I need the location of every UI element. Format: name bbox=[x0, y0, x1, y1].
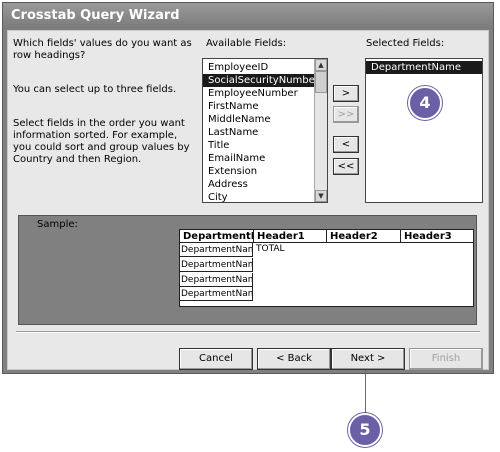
available-fields-items: EmployeeID SocialSecurityNumber EmployeeNu… bbox=[203, 59, 327, 204]
available-field-item[interactable]: Title bbox=[203, 139, 314, 152]
sample-row: DepartmentNam bbox=[180, 243, 253, 257]
available-field-item[interactable]: EmailName bbox=[203, 152, 314, 165]
available-field-item[interactable]: Extension bbox=[203, 165, 314, 178]
available-field-item[interactable]: FirstName bbox=[203, 100, 314, 113]
instruction-sort: Select fields in the order you want info… bbox=[13, 118, 190, 165]
available-field-item[interactable]: Address bbox=[203, 178, 314, 191]
wizard-body: Which fields' values do you want as row … bbox=[7, 30, 489, 370]
selected-fields-items: DepartmentName bbox=[366, 59, 482, 74]
add-field-button[interactable]: > bbox=[333, 85, 359, 102]
sample-row: DepartmentNam bbox=[180, 273, 253, 287]
cancel-button[interactable]: Cancel bbox=[179, 348, 253, 370]
available-field-item[interactable]: City bbox=[203, 191, 314, 204]
sample-row: DepartmentNam bbox=[180, 258, 253, 272]
instruction-question: Which fields' values do you want as row … bbox=[13, 38, 192, 61]
sample-total: TOTAL bbox=[256, 244, 285, 254]
next-button[interactable]: Next > bbox=[331, 348, 405, 370]
remove-all-fields-button[interactable]: << bbox=[333, 158, 359, 175]
available-fields-label: Available Fields: bbox=[206, 38, 287, 49]
remove-field-button[interactable]: < bbox=[333, 136, 359, 153]
instruction-limit: You can select up to three fields. bbox=[13, 84, 177, 95]
scroll-down-icon[interactable]: ▼ bbox=[315, 190, 327, 202]
crosstab-query-wizard-window: Crosstab Query Wizard Which fields' valu… bbox=[2, 2, 494, 374]
finish-button[interactable]: Finish bbox=[409, 348, 483, 370]
button-divider bbox=[16, 331, 480, 333]
selected-field-item[interactable]: DepartmentName bbox=[366, 61, 482, 74]
add-all-fields-button[interactable]: >> bbox=[333, 106, 359, 123]
back-button[interactable]: < Back bbox=[257, 348, 331, 370]
sample-header-row-heading: DepartmentN bbox=[180, 230, 254, 243]
available-field-item[interactable]: SocialSecurityNumber bbox=[203, 74, 319, 87]
available-field-item[interactable]: EmployeeNumber bbox=[203, 87, 314, 100]
scroll-thumb[interactable] bbox=[315, 71, 327, 93]
available-field-item[interactable]: EmployeeID bbox=[203, 61, 314, 74]
available-field-item[interactable]: MiddleName bbox=[203, 113, 314, 126]
sample-preview: Sample: DepartmentN Header1 Header2 Head… bbox=[18, 215, 477, 325]
available-fields-scrollbar[interactable]: ▲ ▼ bbox=[314, 59, 327, 202]
sample-label: Sample: bbox=[37, 219, 78, 230]
callout-step-4: 4 bbox=[408, 86, 442, 120]
sample-header-1: Header1 bbox=[254, 230, 327, 243]
scroll-up-icon[interactable]: ▲ bbox=[315, 59, 327, 71]
callout-leader-line bbox=[365, 370, 366, 418]
window-title: Crosstab Query Wizard bbox=[3, 3, 493, 29]
selected-fields-label: Selected Fields: bbox=[366, 38, 445, 49]
available-field-item[interactable]: LastName bbox=[203, 126, 314, 139]
callout-step-5: 5 bbox=[348, 413, 382, 447]
selected-fields-list[interactable]: DepartmentName bbox=[365, 58, 483, 203]
sample-grid: DepartmentN Header1 Header2 Header3 Depa… bbox=[179, 229, 474, 307]
sample-header-2: Header2 bbox=[327, 230, 401, 243]
sample-header-3: Header3 bbox=[401, 230, 473, 243]
available-fields-list[interactable]: EmployeeID SocialSecurityNumber EmployeeNu… bbox=[202, 58, 328, 203]
sample-row: DepartmentNam bbox=[180, 287, 253, 301]
